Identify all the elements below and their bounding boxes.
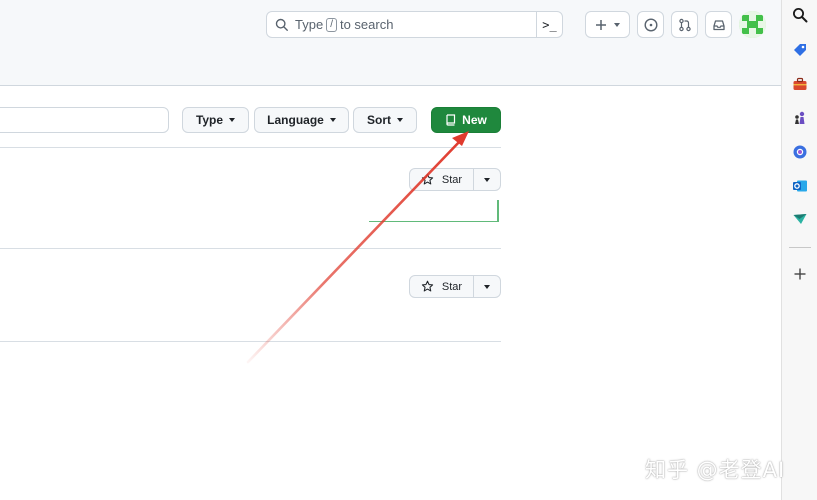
create-new-button[interactable] <box>585 11 630 38</box>
sidebar-outlook-button[interactable] <box>791 177 809 195</box>
issue-opened-icon <box>643 17 658 32</box>
user-avatar[interactable] <box>739 11 766 38</box>
star-icon <box>421 173 434 185</box>
send-icon <box>793 214 807 224</box>
star-button-group: Star <box>409 168 501 191</box>
star-button[interactable]: Star <box>410 276 474 297</box>
git-pull-request-icon <box>678 18 691 31</box>
identicon-avatar <box>739 11 766 38</box>
sidebar-tools-button[interactable] <box>791 75 809 93</box>
star-button[interactable]: Star <box>410 169 474 190</box>
language-filter-button[interactable]: Language <box>254 107 349 133</box>
sort-filter-label: Sort <box>367 113 391 127</box>
star-list-dropdown[interactable] <box>474 276 500 297</box>
chevron-down-icon <box>484 177 490 182</box>
new-repository-button[interactable]: New <box>431 107 501 133</box>
sidebar-divider <box>789 247 811 248</box>
sidebar-shopping-button[interactable] <box>791 41 809 59</box>
list-divider <box>0 341 501 342</box>
list-divider <box>0 248 501 249</box>
type-filter-label: Type <box>195 113 224 127</box>
star-label: Star <box>441 280 463 293</box>
outlook-icon <box>793 180 807 192</box>
plus-icon <box>596 19 606 30</box>
search-icon <box>275 18 288 31</box>
pull-requests-button[interactable] <box>671 11 698 38</box>
search-placeholder-suffix: to search <box>339 17 394 32</box>
new-button-label: New <box>462 113 487 127</box>
sidebar-add-button[interactable] <box>791 265 809 283</box>
search-icon <box>793 8 808 23</box>
toolbox-icon <box>793 77 807 90</box>
command-palette-button[interactable]: >_ <box>536 12 562 37</box>
sort-filter-button[interactable]: Sort <box>353 107 417 133</box>
chevron-down-icon <box>397 118 403 122</box>
watermark-text: 知乎 @老登AI <box>645 458 786 482</box>
star-icon <box>421 280 434 292</box>
chess-icon <box>795 111 805 124</box>
sidebar-drop-button[interactable] <box>791 210 809 228</box>
top-header: Type / to search >_ <box>0 0 781 86</box>
language-filter-label: Language <box>267 113 324 127</box>
copilot-icon <box>793 145 807 159</box>
sidebar-search-button[interactable] <box>791 6 809 24</box>
sidebar-copilot-button[interactable] <box>791 143 809 161</box>
search-placeholder-prefix: Type <box>295 17 324 32</box>
browser-sidebar <box>781 0 817 500</box>
sidebar-games-button[interactable] <box>791 109 809 127</box>
star-label: Star <box>441 173 463 186</box>
repo-icon <box>446 114 456 126</box>
chevron-down-icon <box>484 284 490 289</box>
issues-button[interactable] <box>637 11 664 38</box>
search-input[interactable]: Type / to search >_ <box>266 11 563 38</box>
type-filter-button[interactable]: Type <box>182 107 249 133</box>
tag-icon <box>794 44 806 56</box>
chevron-down-icon <box>229 118 236 122</box>
chevron-down-icon <box>329 118 336 122</box>
star-button-group: Star <box>409 275 501 298</box>
add-icon <box>794 268 806 280</box>
inbox-icon <box>712 19 725 30</box>
activity-sparkline <box>369 200 499 222</box>
find-repository-input[interactable] <box>0 107 169 133</box>
list-divider <box>0 147 501 148</box>
inbox-button[interactable] <box>705 11 732 38</box>
star-list-dropdown[interactable] <box>474 169 500 190</box>
chevron-down-icon <box>614 22 620 27</box>
search-shortcut-key: / <box>326 17 337 32</box>
